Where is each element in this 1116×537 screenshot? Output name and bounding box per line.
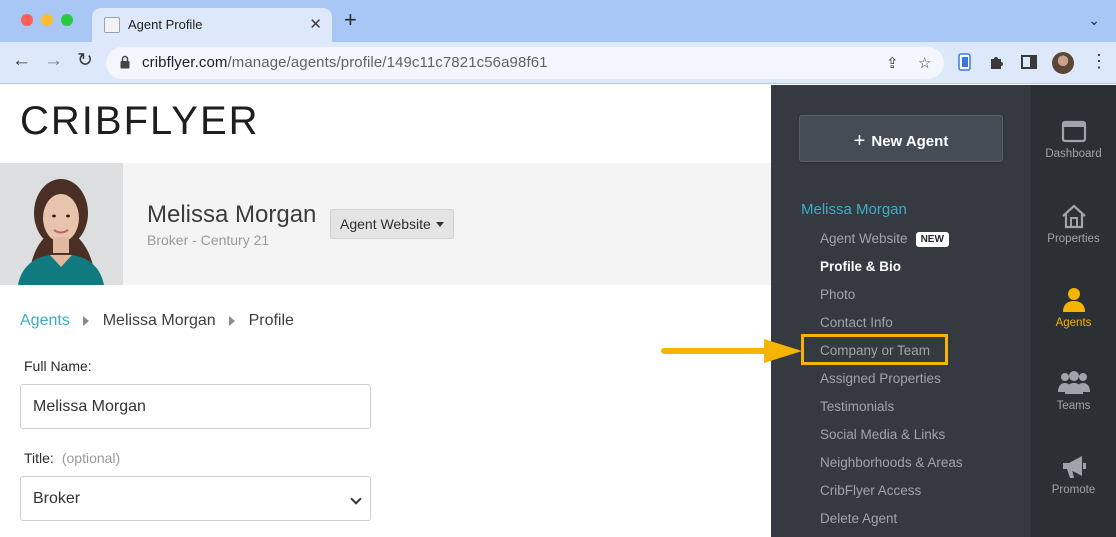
rail-label: Promote xyxy=(1051,484,1096,496)
rail-label: Dashboard xyxy=(1045,148,1102,160)
breadcrumb: Agents Melissa Morgan Profile xyxy=(20,312,294,330)
favicon-icon xyxy=(104,17,120,33)
title-select-value: Broker xyxy=(33,490,81,507)
house-icon xyxy=(1061,204,1086,229)
share-icon[interactable]: ⇪ xyxy=(886,54,899,72)
sidebar-item-photo[interactable]: Photo xyxy=(820,287,855,302)
sidebar-item-label: Agent Website xyxy=(820,231,908,246)
rail-label: Teams xyxy=(1056,400,1091,412)
puzzle-extensions-icon[interactable] xyxy=(988,53,1006,71)
main-nav-rail: Dashboard Properties Agents Teams Promot… xyxy=(1031,85,1116,537)
rail-item-teams[interactable]: Teams xyxy=(1031,370,1116,412)
full-name-label: Full Name: xyxy=(24,358,92,374)
sidebar-item-cribflyer-access[interactable]: CribFlyer Access xyxy=(820,483,921,498)
more-menu-icon[interactable]: ⋮ xyxy=(1090,51,1108,71)
agent-website-label: Agent Website xyxy=(340,216,431,232)
people-group-icon xyxy=(1057,371,1090,394)
new-agent-button[interactable]: + New Agent xyxy=(799,115,1003,162)
rail-label: Properties xyxy=(1047,233,1100,245)
highlight-box xyxy=(801,334,948,365)
agent-website-dropdown[interactable]: Agent Website xyxy=(330,209,454,239)
url-text[interactable]: cribflyer.com/manage/agents/profile/149c… xyxy=(142,54,548,71)
agent-subtitle: Broker - Century 21 xyxy=(147,232,270,248)
breadcrumb-arrow-icon xyxy=(229,316,236,326)
browser-tab-bar: Agent Profile ✕ + ⌄ xyxy=(0,0,1116,42)
site-logo[interactable]: CRIBFLYER xyxy=(20,99,260,144)
sidebar-item-delete-agent[interactable]: Delete Agent xyxy=(820,511,897,526)
plus-icon: + xyxy=(853,130,866,152)
tab-title: Agent Profile xyxy=(128,17,203,32)
rail-item-properties[interactable]: Properties xyxy=(1031,203,1116,245)
bookmark-star-icon[interactable]: ☆ xyxy=(918,54,931,72)
sidebar-item-testimonials[interactable]: Testimonials xyxy=(820,399,894,414)
forward-icon[interactable]: → xyxy=(44,51,63,71)
address-bar[interactable]: cribflyer.com/manage/agents/profile/149c… xyxy=(106,47,944,79)
rail-label: Agents xyxy=(1055,317,1092,329)
new-tab-icon[interactable]: + xyxy=(344,9,357,31)
sidebar-item-neighborhoods[interactable]: Neighborhoods & Areas xyxy=(820,455,963,470)
agent-profile-header: Melissa Morgan Broker - Century 21 Agent… xyxy=(0,163,771,285)
agent-name: Melissa Morgan xyxy=(147,201,317,228)
breadcrumb-agent: Melissa Morgan xyxy=(102,312,216,329)
profile-avatar[interactable] xyxy=(1052,52,1074,74)
browser-toolbar: ← → ↻ cribflyer.com/manage/agents/profil… xyxy=(0,42,1116,84)
callout-arrow-icon xyxy=(661,339,802,363)
sidebar-item-assigned-properties[interactable]: Assigned Properties xyxy=(820,371,941,386)
optional-hint: (optional) xyxy=(61,450,121,466)
title-label-text: Title: xyxy=(24,450,54,466)
sidebar-agent-heading[interactable]: Melissa Morgan xyxy=(801,201,907,218)
tab-close-icon[interactable]: ✕ xyxy=(309,15,322,33)
full-name-label-text: Full Name: xyxy=(24,358,92,374)
sidebar-item-social-media[interactable]: Social Media & Links xyxy=(820,427,945,442)
reload-icon[interactable]: ↻ xyxy=(77,51,93,71)
chevron-down-icon xyxy=(350,493,362,505)
caret-down-icon xyxy=(436,222,444,227)
rail-item-dashboard[interactable]: Dashboard xyxy=(1031,120,1116,160)
title-select[interactable]: Broker xyxy=(20,476,371,521)
extension-icon[interactable] xyxy=(956,53,974,71)
title-label: Title: (optional) xyxy=(24,450,120,466)
full-name-field[interactable]: Melissa Morgan xyxy=(20,384,371,429)
browser-tab[interactable]: Agent Profile ✕ xyxy=(92,8,332,42)
new-agent-label: New Agent xyxy=(871,133,949,150)
url-host: cribflyer.com xyxy=(142,54,228,71)
megaphone-icon xyxy=(1062,456,1086,478)
rail-item-agents[interactable]: Agents xyxy=(1031,287,1116,329)
sidebar-item-contact-info[interactable]: Contact Info xyxy=(820,315,893,330)
full-name-value: Melissa Morgan xyxy=(33,398,146,415)
breadcrumb-agents-link[interactable]: Agents xyxy=(20,312,70,330)
maximize-window-button[interactable] xyxy=(61,14,73,26)
new-badge: NEW xyxy=(915,232,949,247)
agent-sidebar: + New Agent Melissa Morgan Agent Website N… xyxy=(771,85,1031,537)
side-panel-icon[interactable] xyxy=(1020,53,1038,71)
rail-item-promote[interactable]: Promote xyxy=(1031,454,1116,496)
browser-window-icon xyxy=(1061,120,1086,143)
back-icon[interactable]: ← xyxy=(12,51,31,71)
close-window-button[interactable] xyxy=(21,14,33,26)
agent-photo xyxy=(0,163,123,285)
sidebar-item-agent-website[interactable]: Agent Website NEW xyxy=(820,231,949,247)
main-content: CRIBFLYER Melissa Morgan Broker - Centur… xyxy=(0,85,771,537)
sidebar-item-profile-bio[interactable]: Profile & Bio xyxy=(820,259,901,274)
breadcrumb-current: Profile xyxy=(248,312,294,329)
url-path: /manage/agents/profile/149c11c7821c56a98… xyxy=(227,54,548,71)
person-icon xyxy=(1062,288,1085,312)
minimize-window-button[interactable] xyxy=(41,14,53,26)
tab-search-chevron-icon[interactable]: ⌄ xyxy=(1088,12,1100,29)
lock-icon xyxy=(120,55,130,69)
breadcrumb-arrow-icon xyxy=(83,316,90,326)
